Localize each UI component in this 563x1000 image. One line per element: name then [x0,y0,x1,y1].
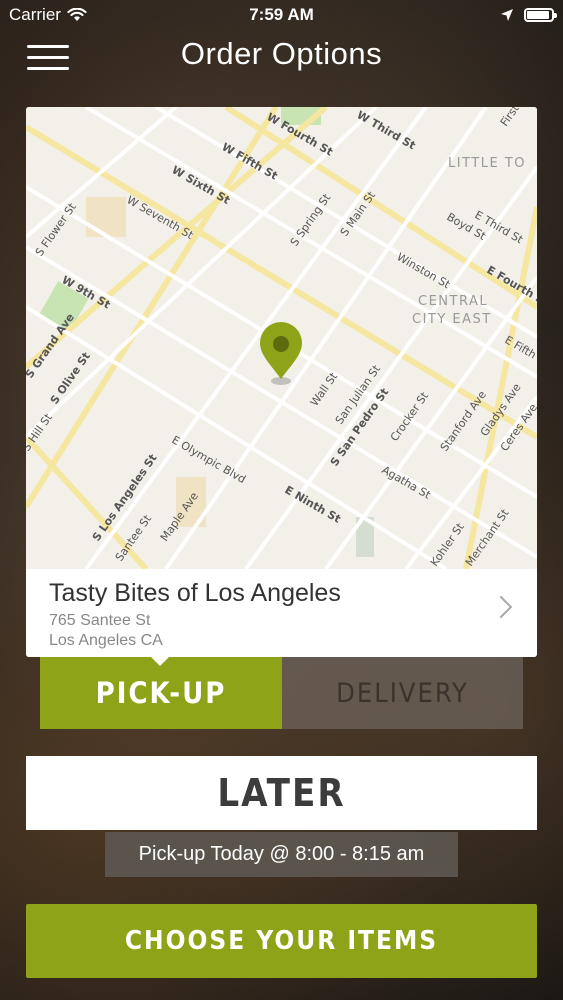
pickup-tab[interactable]: PICK-UP [40,657,282,729]
store-info-row[interactable]: Tasty Bites of Los Angeles 765 Santee St… [26,569,537,657]
later-button[interactable]: LATER [26,756,537,830]
chevron-right-icon [489,595,513,619]
clock: 7:59 AM [249,5,314,24]
svg-text:CENTRAL: CENTRAL [418,294,488,309]
choose-items-button[interactable]: CHOOSE YOUR ITEMS [26,904,537,978]
map-view[interactable]: W Fourth St W Third St W Fifth St W Sixt… [26,107,537,569]
carrier-label: Carrier [9,5,61,24]
selection-pointer [150,656,170,666]
status-bar: Carrier 7:59 AM [0,0,563,30]
battery-icon [524,8,557,22]
store-name: Tasty Bites of Los Angeles [49,579,341,607]
location-arrow-icon [501,9,513,21]
store-address-line2: Los Angeles CA [49,632,163,649]
store-card: W Fourth St W Third St W Fifth St W Sixt… [26,107,537,657]
pickup-time-label[interactable]: Pick-up Today @ 8:00 - 8:15 am [105,832,458,877]
nav-bar: Order Options [0,30,563,80]
order-type-toggle: PICK-UP DELIVERY [40,656,523,729]
page-title: Order Options [180,36,383,71]
delivery-tab[interactable]: DELIVERY [282,657,523,729]
battery-level [527,11,549,19]
svg-text:LITTLE TO: LITTLE TO [448,156,526,171]
store-address-line1: 765 Santee St [49,612,151,629]
svg-text:CITY EAST: CITY EAST [412,312,492,327]
wifi-icon [67,8,87,21]
